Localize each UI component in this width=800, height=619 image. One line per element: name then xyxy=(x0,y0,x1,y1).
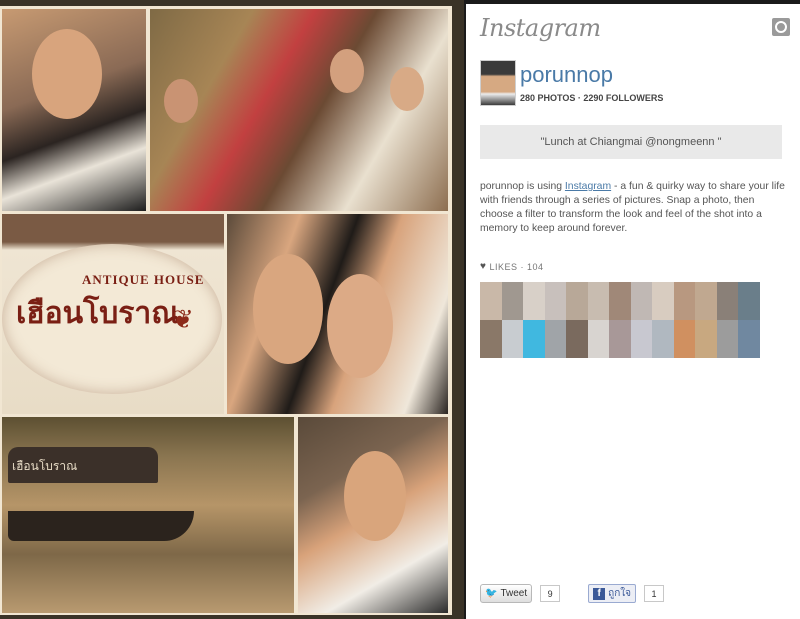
face-shape xyxy=(390,67,424,111)
likes-count: ♥ LIKES · 104 xyxy=(480,261,543,272)
face-shape xyxy=(32,29,102,119)
liker-avatar[interactable] xyxy=(716,320,738,358)
sign-subtitle: ANTIQUE HOUSE xyxy=(82,272,205,287)
collage-photo-man-selfie xyxy=(2,9,146,211)
tweet-button[interactable]: 🐦 Tweet xyxy=(480,584,533,603)
facebook-icon: f xyxy=(593,587,606,600)
instagram-panel: Instagram porunnop 280 PHOTOS · 2290 FOL… xyxy=(466,4,800,619)
ornament-icon: ❦ xyxy=(172,304,194,334)
facebook-like-count: 1 xyxy=(644,585,664,602)
liker-avatar[interactable] xyxy=(695,282,717,320)
liker-avatar[interactable] xyxy=(566,282,588,320)
share-bar: 🐦 Tweet 9 f ถูกใจ 1 xyxy=(480,584,664,603)
likes-label: LIKES · 104 xyxy=(489,261,544,272)
liker-avatar[interactable] xyxy=(501,282,523,320)
collage-photo-river-boat: เฮือนโบราณ xyxy=(2,417,294,613)
likers-avatar-grid xyxy=(480,282,760,358)
liker-avatar[interactable] xyxy=(630,320,652,358)
description-text-start: porunnop is using xyxy=(480,181,565,192)
liker-avatar[interactable] xyxy=(587,282,609,320)
facebook-like-button[interactable]: f ถูกใจ xyxy=(588,584,636,603)
face-shape xyxy=(327,274,393,378)
face-shape xyxy=(330,49,364,93)
face-shape xyxy=(164,79,198,123)
liker-avatar[interactable] xyxy=(566,320,588,358)
liker-avatar[interactable] xyxy=(544,282,566,320)
boat-roof: เฮือนโบราณ xyxy=(8,447,158,483)
liker-avatar[interactable] xyxy=(673,320,695,358)
collage-photo-restaurant-sign: ANTIQUE HOUSE เฮือนโบราณ ❦ xyxy=(2,214,224,414)
liker-avatar[interactable] xyxy=(673,282,695,320)
liker-avatar[interactable] xyxy=(738,320,760,358)
liker-avatar[interactable] xyxy=(501,320,523,358)
face-shape xyxy=(344,451,406,541)
boat-thai-text: เฮือนโบราณ xyxy=(12,459,78,473)
liker-avatar[interactable] xyxy=(716,282,738,320)
heart-icon: ♥ xyxy=(480,261,487,272)
liker-avatar[interactable] xyxy=(609,282,631,320)
boat-hull xyxy=(8,511,194,541)
liker-avatar[interactable] xyxy=(480,320,502,358)
face-shape xyxy=(253,254,323,364)
liker-avatar[interactable] xyxy=(480,282,502,320)
profile-stats: 280 PHOTOS · 2290 FOLLOWERS xyxy=(520,93,664,103)
instagram-description: porunnop is using Instagram - a fun & qu… xyxy=(480,180,790,236)
liker-avatar[interactable] xyxy=(544,320,566,358)
tweet-label: Tweet xyxy=(500,588,528,599)
liker-avatar[interactable] xyxy=(630,282,652,320)
avatar[interactable] xyxy=(480,60,516,106)
username[interactable]: porunnop xyxy=(520,62,613,88)
photo-caption: "Lunch at Chiangmai @nongmeenn " xyxy=(480,125,782,159)
instagram-link[interactable]: Instagram xyxy=(565,181,611,192)
liker-avatar[interactable] xyxy=(523,320,545,358)
twitter-bird-icon: 🐦 xyxy=(485,588,498,599)
facebook-like-label: ถูกใจ xyxy=(608,588,631,599)
tweet-count: 9 xyxy=(540,585,561,602)
instagram-logo[interactable]: Instagram xyxy=(480,14,601,42)
liker-avatar[interactable] xyxy=(695,320,717,358)
liker-avatar[interactable] xyxy=(652,282,674,320)
liker-avatar[interactable] xyxy=(652,320,674,358)
camera-icon[interactable] xyxy=(772,18,790,36)
liker-avatar[interactable] xyxy=(738,282,760,320)
sign-thai-text: เฮือนโบราณ xyxy=(16,296,180,331)
liker-avatar[interactable] xyxy=(523,282,545,320)
collage-photo-family-table xyxy=(150,9,448,211)
photo-panel: ANTIQUE HOUSE เฮือนโบราณ ❦ เฮือนโบราณ xyxy=(0,0,464,619)
collage-photo-woman-smiling xyxy=(298,417,448,613)
liker-avatar[interactable] xyxy=(609,320,631,358)
collage-photo-couple-selfie xyxy=(227,214,448,414)
photo-collage[interactable]: ANTIQUE HOUSE เฮือนโบราณ ❦ เฮือนโบราณ xyxy=(0,6,452,615)
liker-avatar[interactable] xyxy=(587,320,609,358)
boat: เฮือนโบราณ xyxy=(8,447,194,547)
